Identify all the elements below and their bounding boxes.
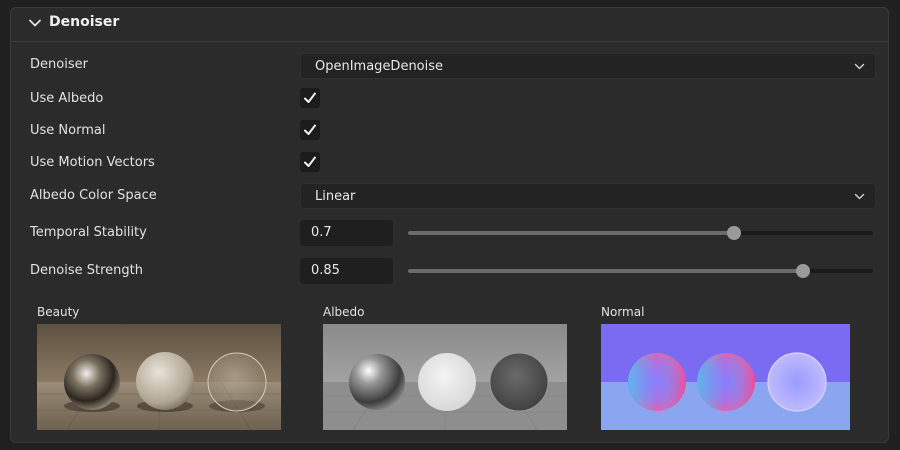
temporal-stability-value: 0.7 [311, 225, 332, 240]
use-normal-checkbox[interactable] [300, 120, 320, 140]
albedo-color-space-label: Albedo Color Space [30, 188, 157, 203]
temporal-stability-slider[interactable] [408, 223, 873, 243]
albedo-preview-label: Albedo [323, 305, 365, 319]
chevron-down-icon [854, 193, 865, 200]
check-icon [304, 124, 316, 135]
denoiser-value: OpenImageDenoise [315, 59, 444, 74]
use-albedo-label: Use Albedo [30, 91, 104, 106]
slider-fill [408, 269, 804, 273]
denoiser-label: Denoiser [30, 57, 88, 72]
temporal-stability-input[interactable]: 0.7 [300, 220, 393, 246]
normal-preview-label: Normal [601, 305, 645, 319]
check-icon [304, 156, 316, 167]
temporal-stability-label: Temporal Stability [30, 225, 147, 240]
albedo-color-space-dropdown[interactable]: Linear [300, 183, 876, 209]
divider [11, 41, 888, 42]
check-icon [304, 92, 316, 103]
denoiser-panel: Denoiser Denoiser OpenImageDenoise Use A… [10, 7, 889, 443]
slider-thumb[interactable] [796, 264, 811, 278]
normal-preview-image [601, 324, 850, 430]
slider-fill [408, 231, 734, 235]
albedo-preview-image [323, 324, 567, 430]
denoise-strength-slider[interactable] [408, 261, 873, 281]
beauty-preview-image [37, 324, 281, 430]
denoise-strength-value: 0.85 [311, 263, 340, 278]
use-normal-label: Use Normal [30, 123, 106, 138]
beauty-preview-label: Beauty [37, 305, 80, 319]
chevron-down-icon[interactable] [28, 16, 42, 30]
denoise-strength-label: Denoise Strength [30, 263, 143, 278]
denoiser-dropdown[interactable]: OpenImageDenoise [300, 53, 876, 79]
section-title: Denoiser [49, 14, 120, 30]
albedo-color-space-value: Linear [315, 189, 356, 204]
slider-thumb[interactable] [726, 226, 741, 240]
use-motion-vectors-label: Use Motion Vectors [30, 155, 155, 170]
denoise-strength-input[interactable]: 0.85 [300, 258, 393, 284]
chevron-down-icon [854, 63, 865, 70]
use-motion-vectors-checkbox[interactable] [300, 152, 320, 172]
section-header[interactable]: Denoiser [11, 8, 888, 38]
use-albedo-checkbox[interactable] [300, 88, 320, 108]
